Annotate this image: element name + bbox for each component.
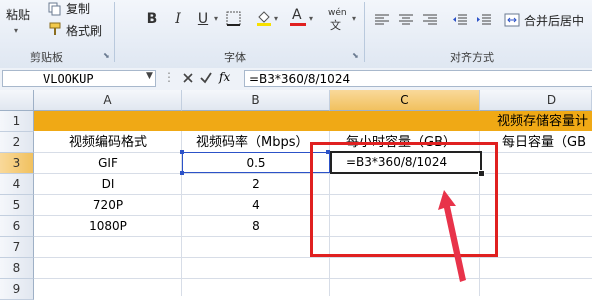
group-separator	[114, 2, 115, 62]
column-header-d[interactable]: D	[480, 90, 592, 111]
chevron-down-icon: ▾	[274, 14, 279, 23]
resize-handle-icon[interactable]: ⋮	[163, 70, 175, 84]
select-all-corner[interactable]	[0, 90, 34, 111]
name-box[interactable]: VLOOKUP	[2, 70, 156, 87]
spreadsheet-grid: A B C D 1 2 3 4 5 6 7 8 9 视频存储容量计 视频编码格式…	[0, 90, 592, 300]
chevron-down-icon: ▾	[214, 14, 219, 23]
fill-color-icon[interactable]	[256, 9, 272, 27]
underline-button[interactable]: U	[195, 11, 211, 27]
format-painter-button[interactable]: 格式刷	[48, 20, 110, 38]
ribbon: 粘贴 ▾ 复制 格式刷 剪贴板 ⬊ B I U ▾ ▾ A ▾ wén 文 ▾	[0, 0, 592, 69]
font-color-icon: A	[292, 7, 302, 23]
format-painter-label: 格式刷	[66, 24, 103, 38]
merge-center-button[interactable]: 合并后居中	[504, 10, 592, 30]
row-header[interactable]: 3	[0, 153, 34, 174]
font-color-swatch	[290, 23, 306, 26]
decrease-indent-icon[interactable]	[452, 13, 468, 27]
italic-button[interactable]: I	[170, 11, 186, 27]
formula-input[interactable]: =B3*360/8/1024	[244, 70, 592, 87]
dialog-launcher-icon[interactable]: ⬊	[103, 51, 110, 60]
chevron-down-icon: ▾	[309, 14, 314, 23]
alignment-group-label: 对齐方式	[450, 51, 494, 64]
pointer-arrow-icon	[438, 190, 466, 282]
align-left-icon[interactable]	[374, 13, 390, 27]
table-cell-rate[interactable]: 0.5	[182, 153, 330, 174]
brush-icon	[49, 22, 61, 35]
row-header[interactable]: 9	[0, 279, 34, 300]
cancel-icon[interactable]	[182, 72, 194, 84]
paste-button[interactable]: 粘贴 ▾	[2, 4, 42, 44]
insert-function-icon[interactable]: fx	[219, 70, 230, 84]
bold-button[interactable]: B	[144, 11, 160, 27]
gridline	[34, 257, 592, 258]
header-cell-d[interactable]: 每日容量（GB	[502, 132, 592, 153]
row-header[interactable]: 6	[0, 216, 34, 237]
phonetic-icon: 文	[330, 19, 341, 32]
table-cell-rate[interactable]: 2	[182, 174, 330, 195]
table-cell-rate[interactable]: 4	[182, 195, 330, 216]
table-cell-format[interactable]: 720P	[34, 195, 182, 216]
row-header[interactable]: 4	[0, 174, 34, 195]
align-center-icon[interactable]	[398, 13, 414, 27]
chevron-down-icon: ▾	[352, 14, 357, 23]
clipboard-group-label: 剪贴板	[30, 51, 63, 64]
column-header-a[interactable]: A	[34, 90, 182, 111]
enter-check-icon[interactable]	[200, 72, 212, 84]
font-group-label: 字体	[224, 51, 246, 64]
dialog-launcher-icon[interactable]: ⬊	[352, 51, 359, 60]
font-color-button[interactable]: A	[290, 7, 306, 27]
chevron-down-icon: ▾	[14, 26, 19, 35]
chevron-down-icon[interactable]: ▼	[146, 71, 153, 81]
copy-label: 复制	[66, 2, 91, 16]
row-header[interactable]: 8	[0, 258, 34, 279]
group-separator	[364, 2, 365, 62]
table-cell-format[interactable]: DI	[34, 174, 182, 195]
column-header-c[interactable]: C	[330, 90, 480, 111]
borders-icon[interactable]	[226, 11, 242, 27]
row-header[interactable]: 5	[0, 195, 34, 216]
increase-indent-icon[interactable]	[476, 13, 492, 27]
sheet-title: 视频存储容量计	[497, 114, 589, 129]
table-cell-format[interactable]: GIF	[34, 153, 182, 174]
phonetic-button[interactable]: wén 文	[328, 8, 350, 32]
row-header[interactable]: 2	[0, 132, 34, 153]
row-header[interactable]: 1	[0, 111, 34, 132]
paste-label: 粘贴	[6, 8, 31, 22]
merge-icon	[504, 13, 520, 27]
gridline	[34, 278, 592, 279]
table-cell-rate[interactable]: 8	[182, 216, 330, 237]
copy-icon	[48, 2, 61, 16]
table-cell-format[interactable]: 1080P	[34, 216, 182, 237]
header-cell-a[interactable]: 视频编码格式	[34, 132, 182, 153]
merge-center-label: 合并后居中	[524, 14, 585, 28]
align-right-icon[interactable]	[422, 13, 438, 27]
copy-button[interactable]: 复制	[48, 0, 108, 18]
row-header[interactable]: 7	[0, 237, 34, 258]
column-header-b[interactable]: B	[182, 90, 330, 111]
